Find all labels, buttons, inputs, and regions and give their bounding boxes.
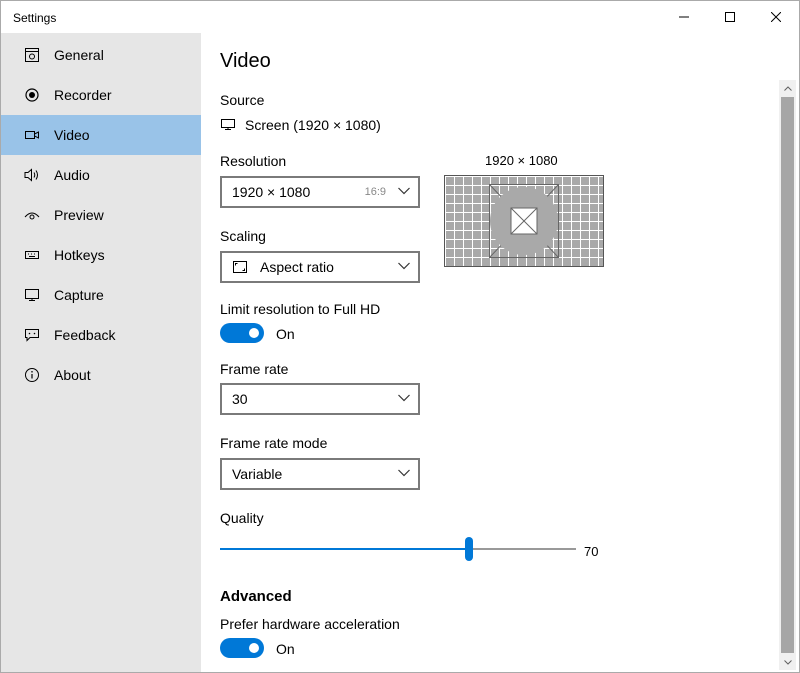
resolution-value: 1920 × 1080: [232, 184, 311, 200]
monitor-icon: [221, 119, 235, 130]
sidebar-item-video[interactable]: Video: [1, 115, 201, 155]
settings-window: Settings General Recorder Video Audio Pr…: [0, 0, 800, 673]
sidebar-item-about[interactable]: About: [1, 355, 201, 395]
resolution-preview: [444, 175, 604, 267]
aspect-ratio-hint: 16:9: [364, 186, 386, 198]
chevron-down-icon: [398, 187, 410, 195]
frame-rate-value: 30: [232, 391, 248, 407]
maximize-icon: [725, 12, 735, 22]
sidebar: General Recorder Video Audio Preview Hot…: [1, 33, 201, 672]
limit-resolution-label: Limit resolution to Full HD: [220, 301, 381, 317]
sidebar-item-label: About: [54, 367, 91, 383]
minimize-icon: [679, 16, 689, 18]
video-settings-panel: Video Source Screen (1920 × 1080) Resolu…: [201, 33, 799, 672]
vertical-scrollbar[interactable]: [779, 80, 796, 670]
quality-value: 70: [584, 544, 599, 559]
sidebar-item-label: Feedback: [54, 327, 116, 343]
quality-slider-fill: [220, 548, 469, 550]
close-icon: [771, 12, 781, 22]
aspect-ratio-icon: [233, 261, 247, 273]
sidebar-item-hotkeys[interactable]: Hotkeys: [1, 235, 201, 275]
speaker-icon: [23, 166, 41, 184]
window-title: Settings: [13, 11, 57, 25]
quality-slider-track[interactable]: [220, 548, 576, 550]
sidebar-item-label: Hotkeys: [54, 247, 105, 263]
general-icon: [23, 46, 41, 64]
source-value: Screen (1920 × 1080): [245, 117, 381, 133]
limit-resolution-toggle[interactable]: [220, 323, 264, 343]
quality-slider-thumb[interactable]: [465, 537, 473, 561]
sidebar-item-label: Audio: [54, 167, 90, 183]
chevron-down-icon: [398, 262, 410, 270]
maximize-button[interactable]: [707, 1, 753, 33]
toggle-knob: [249, 643, 259, 653]
sidebar-item-recorder[interactable]: Recorder: [1, 75, 201, 115]
monitor-icon: [23, 286, 41, 304]
scroll-up-button[interactable]: [779, 80, 796, 96]
sidebar-item-label: Preview: [54, 207, 104, 223]
eye-icon: [23, 206, 41, 224]
scaling-select[interactable]: Aspect ratio: [220, 251, 420, 283]
resolution-label: Resolution: [220, 153, 287, 169]
chevron-down-icon: [783, 659, 792, 665]
frame-rate-mode-label: Frame rate mode: [220, 435, 328, 451]
toggle-knob: [249, 328, 259, 338]
chevron-down-icon: [398, 469, 410, 477]
keyboard-icon: [23, 246, 41, 264]
chevron-up-icon: [783, 85, 792, 91]
sidebar-item-capture[interactable]: Capture: [1, 275, 201, 315]
frame-rate-label: Frame rate: [220, 361, 289, 377]
frame-rate-select[interactable]: 30: [220, 383, 420, 415]
title-bar: Settings: [1, 1, 799, 33]
hardware-acceleration-state: On: [276, 641, 295, 657]
chevron-down-icon: [398, 394, 410, 402]
info-icon: [23, 366, 41, 384]
sidebar-item-general[interactable]: General: [1, 35, 201, 75]
sidebar-item-label: Video: [54, 127, 90, 143]
scaling-value: Aspect ratio: [260, 259, 334, 275]
scaling-label: Scaling: [220, 228, 266, 244]
sidebar-item-feedback[interactable]: Feedback: [1, 315, 201, 355]
frame-rate-mode-value: Variable: [232, 466, 283, 482]
source-value-row: Screen (1920 × 1080): [220, 117, 381, 133]
video-icon: [23, 126, 41, 144]
preview-caption: 1920 × 1080: [485, 153, 558, 168]
sidebar-item-label: Recorder: [54, 87, 112, 103]
preview-placeholder-icon: [489, 184, 559, 258]
source-label: Source: [220, 92, 265, 108]
page-title: Video: [220, 50, 271, 72]
frame-rate-mode-select[interactable]: Variable: [220, 458, 420, 490]
scrollbar-thumb[interactable]: [781, 97, 794, 653]
sidebar-item-audio[interactable]: Audio: [1, 155, 201, 195]
record-icon: [23, 86, 41, 104]
resolution-select[interactable]: 1920 × 1080 16:9: [220, 176, 420, 208]
hardware-acceleration-toggle[interactable]: [220, 638, 264, 658]
sidebar-item-preview[interactable]: Preview: [1, 195, 201, 235]
advanced-heading: Advanced: [220, 588, 292, 605]
minimize-button[interactable]: [661, 1, 707, 33]
sidebar-item-label: Capture: [54, 287, 104, 303]
sidebar-item-label: General: [54, 47, 104, 63]
feedback-icon: [23, 326, 41, 344]
limit-resolution-state: On: [276, 326, 295, 342]
scroll-down-button[interactable]: [779, 654, 796, 670]
hardware-acceleration-label: Prefer hardware acceleration: [220, 616, 400, 632]
quality-label: Quality: [220, 510, 264, 526]
close-button[interactable]: [753, 1, 799, 33]
